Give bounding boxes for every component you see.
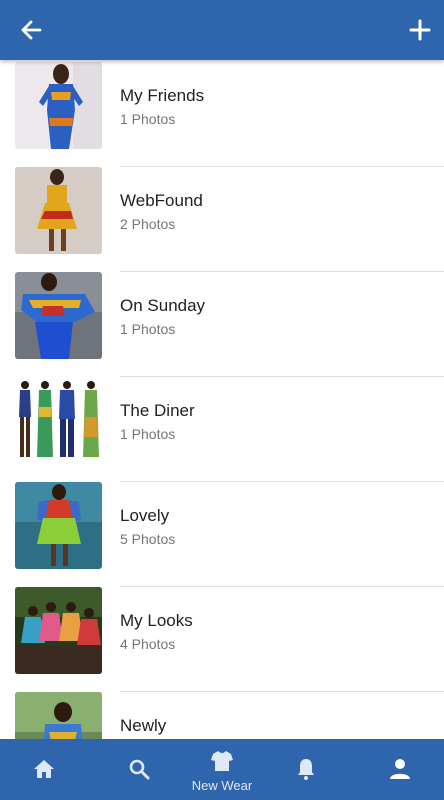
add-album-button[interactable]	[402, 12, 438, 48]
album-row[interactable]: My Friends 1 Photos	[0, 62, 444, 167]
album-row[interactable]: On Sunday 1 Photos	[0, 272, 444, 377]
album-row[interactable]: Lovely 5 Photos	[0, 482, 444, 587]
search-icon	[129, 759, 150, 780]
back-button[interactable]	[14, 14, 50, 46]
bottom-navigation: New Wear	[0, 739, 444, 800]
album-photo-count: 1 Photos	[120, 111, 176, 127]
album-photo-count: 5 Photos	[120, 531, 176, 547]
album-title: On Sunday	[120, 296, 206, 315]
album-title: Lovely	[120, 506, 170, 525]
plus-icon	[409, 19, 431, 41]
top-app-bar	[0, 0, 444, 60]
nav-new-wear-label: New Wear	[191, 778, 253, 793]
nav-profile[interactable]	[356, 739, 444, 800]
album-thumbnail	[15, 167, 102, 254]
home-icon	[34, 760, 54, 778]
arrow-left-icon	[21, 20, 42, 40]
shirt-icon	[211, 751, 233, 771]
album-title: WebFound	[120, 191, 203, 210]
album-thumbnail	[15, 272, 102, 359]
album-photo-count: 1 Photos	[120, 321, 176, 337]
album-title: My Looks	[120, 611, 193, 630]
album-row[interactable]: Newly	[0, 692, 444, 739]
album-photo-count: 4 Photos	[120, 636, 176, 652]
album-title: My Friends	[120, 86, 205, 105]
album-thumbnail	[15, 587, 102, 674]
nav-search[interactable]	[95, 739, 183, 800]
album-photo-count: 1 Photos	[120, 426, 176, 442]
album-thumbnail	[15, 692, 102, 739]
album-list: My Friends 1 Photos WebFound 2 Photos On…	[0, 60, 444, 739]
album-row[interactable]: WebFound 2 Photos	[0, 167, 444, 272]
nav-home[interactable]	[0, 739, 88, 800]
album-thumbnail	[15, 62, 102, 149]
album-thumbnail	[15, 482, 102, 569]
album-title: Newly	[120, 716, 167, 735]
album-photo-count: 2 Photos	[120, 216, 176, 232]
nav-notifications[interactable]	[262, 739, 350, 800]
person-icon	[390, 759, 410, 779]
album-row[interactable]: The Diner 1 Photos	[0, 377, 444, 482]
bell-icon	[298, 759, 314, 780]
album-title: The Diner	[120, 401, 195, 420]
album-row[interactable]: My Looks 4 Photos	[0, 587, 444, 692]
nav-new-wear[interactable]: New Wear	[178, 739, 266, 800]
album-thumbnail	[15, 377, 102, 464]
